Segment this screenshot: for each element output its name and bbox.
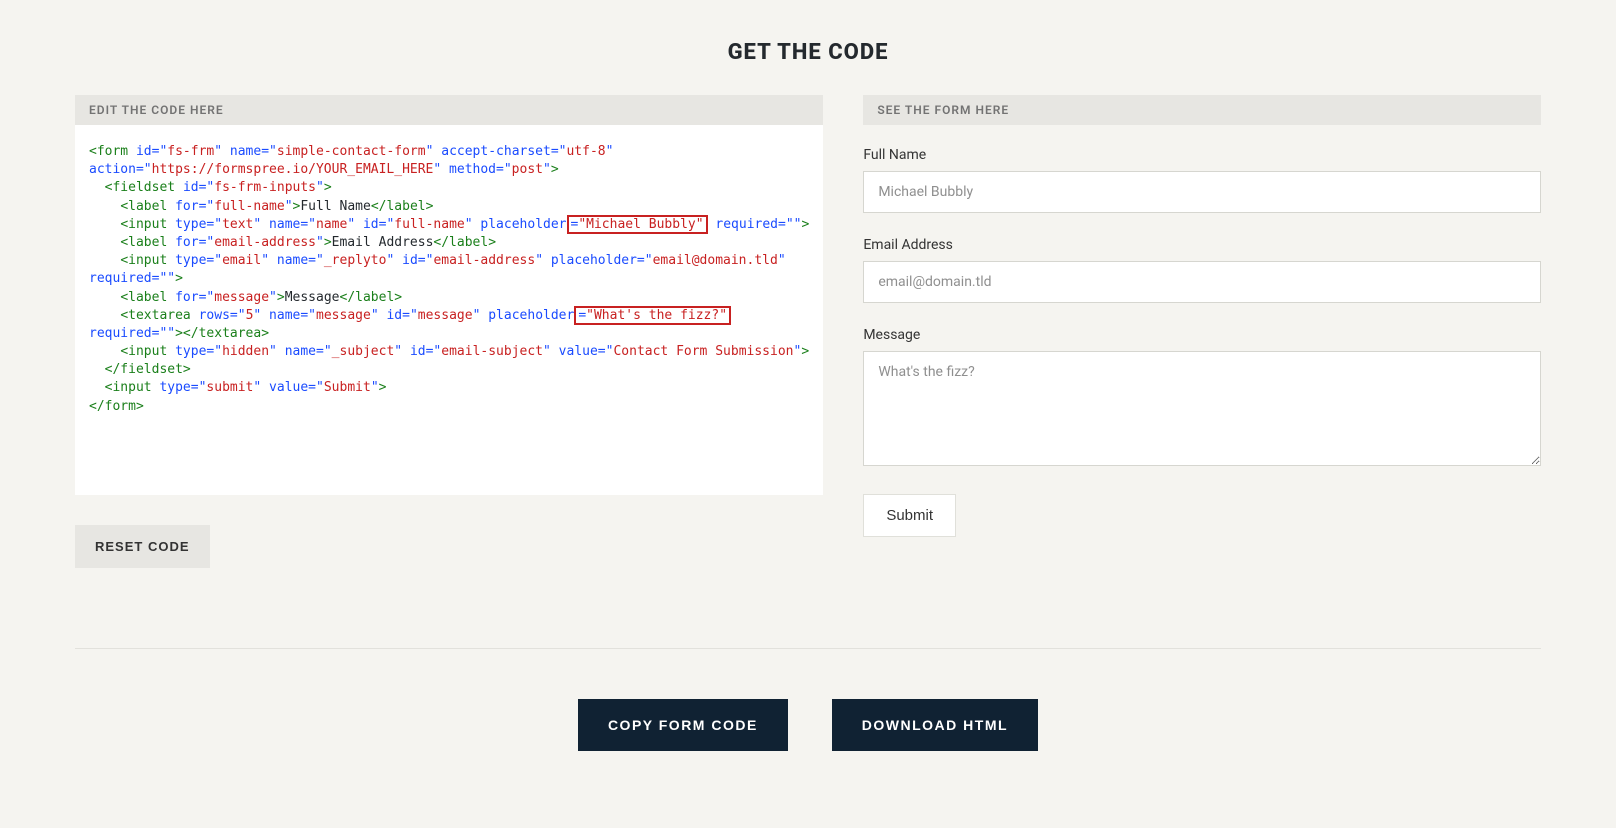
email-label: Email Address [863,237,1541,253]
submit-button[interactable]: Submit [863,494,956,537]
reset-code-button[interactable]: RESET CODE [75,525,210,568]
copy-code-button[interactable]: COPY FORM CODE [578,699,788,751]
fullname-label: Full Name [863,147,1541,163]
form-preview-column: SEE THE FORM HERE Full Name Email Addres… [863,95,1541,537]
highlight-message-placeholder: ="What's the fizz?" [574,306,731,325]
message-label: Message [863,327,1541,343]
code-column: EDIT THE CODE HERE <form id="fs-frm" nam… [75,95,823,568]
fullname-input[interactable] [863,171,1541,213]
message-textarea[interactable] [863,351,1541,466]
code-editor[interactable]: <form id="fs-frm" name="simple-contact-f… [75,125,823,495]
code-panel-header: EDIT THE CODE HERE [75,95,823,125]
page-title: GET THE CODE [75,0,1541,95]
form-preview: Full Name Email Address Message Submit [863,125,1541,537]
email-input[interactable] [863,261,1541,303]
section-divider [75,648,1541,649]
download-html-button[interactable]: DOWNLOAD HTML [832,699,1038,751]
highlight-fullname-placeholder: ="Michael Bubbly" [567,215,708,234]
form-panel-header: SEE THE FORM HERE [863,95,1541,125]
